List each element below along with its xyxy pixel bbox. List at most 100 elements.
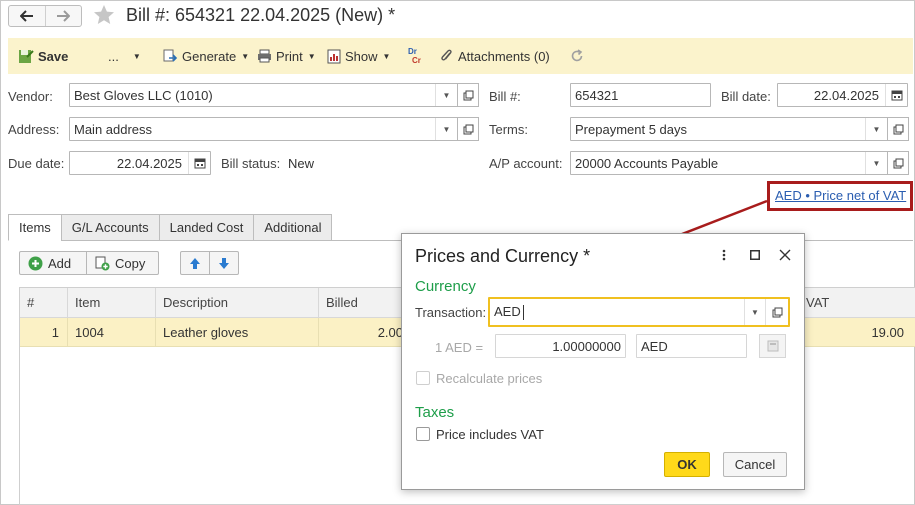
prices-currency-dialog: Prices and Currency * Currency Transacti… — [401, 233, 805, 490]
dropdown-arrow-icon[interactable]: ▼ — [865, 152, 887, 174]
caret-down-icon: ▼ — [382, 51, 391, 61]
ok-button[interactable]: OK — [664, 452, 710, 477]
column-header-item[interactable]: Item — [68, 288, 156, 318]
tab-landed-cost[interactable]: Landed Cost — [158, 214, 255, 241]
back-button[interactable] — [9, 6, 45, 26]
refresh-icon — [571, 49, 583, 62]
cancel-button[interactable]: Cancel — [723, 452, 787, 477]
exchange-rate-value: 1.00000000 — [552, 339, 621, 354]
open-window-icon[interactable] — [766, 299, 788, 325]
copy-row-button[interactable]: Copy — [86, 251, 159, 275]
tab-items[interactable]: Items — [8, 214, 62, 241]
report-icon — [327, 49, 341, 63]
bill-date-value: 22.04.2025 — [813, 88, 879, 103]
price-includes-vat-checkbox[interactable] — [416, 427, 430, 441]
add-icon — [28, 256, 43, 270]
dropdown-arrow-icon[interactable]: ▼ — [865, 118, 887, 140]
bill-date-field[interactable]: 22.04.2025 — [777, 83, 908, 107]
vendor-value: Best Gloves LLC (1010) — [74, 88, 213, 103]
generate-icon — [163, 49, 178, 62]
ap-account-field[interactable]: 20000 Accounts Payable ▼ — [570, 151, 888, 175]
row-vat: 19.00 — [871, 325, 904, 340]
due-date-field[interactable]: 22.04.2025 — [69, 151, 211, 175]
dropdown-arrow-icon[interactable]: ▼ — [435, 118, 457, 140]
terms-field[interactable]: Prepayment 5 days ▼ — [570, 117, 888, 141]
forward-button[interactable] — [44, 6, 82, 26]
address-open-button[interactable] — [457, 117, 479, 141]
address-field[interactable]: Main address ▼ — [69, 117, 458, 141]
arrow-left-icon — [19, 10, 33, 22]
tab-bar: Items G/L Accounts Landed Cost Additiona… — [8, 214, 333, 241]
close-icon[interactable] — [776, 246, 794, 264]
terms-open-button[interactable] — [887, 117, 909, 141]
column-header-billed[interactable]: Billed — [319, 288, 409, 318]
generate-button[interactable]: Generate ▼ — [163, 38, 249, 74]
favorite-star-icon[interactable] — [92, 3, 116, 30]
printer-icon — [258, 49, 271, 63]
paperclip-icon — [441, 49, 452, 61]
open-window-icon — [463, 124, 473, 134]
maximize-icon[interactable] — [746, 246, 764, 264]
ap-account-open-button[interactable] — [887, 151, 909, 175]
currency-section-title: Currency — [415, 278, 476, 295]
exchange-rate-field: 1.00000000 — [495, 334, 626, 358]
more-actions-button[interactable]: ... ▼ — [108, 38, 141, 74]
rate-currency-value: AED — [641, 339, 668, 354]
terms-label: Terms: — [489, 122, 528, 137]
address-value: Main address — [74, 122, 153, 137]
dropdown-arrow-icon[interactable]: ▼ — [744, 299, 766, 325]
more-options-icon[interactable] — [715, 246, 733, 264]
calculator-icon — [767, 340, 778, 352]
save-label: Save — [38, 48, 69, 64]
arrow-down-icon — [219, 257, 229, 269]
vendor-open-button[interactable] — [457, 83, 479, 107]
print-button[interactable]: Print ▼ — [257, 38, 316, 74]
tab-gl-accounts[interactable]: G/L Accounts — [60, 214, 160, 241]
row-billed: 2.00 — [377, 325, 403, 340]
caret-down-icon: ▼ — [307, 51, 316, 61]
bill-status-value: New — [288, 156, 315, 171]
bill-number-field[interactable]: 654321 — [570, 83, 711, 107]
open-window-icon — [463, 90, 473, 100]
row-description: Leather gloves — [156, 318, 319, 347]
add-row-button[interactable]: Add — [19, 251, 87, 275]
recalculate-prices-label: Recalculate prices — [436, 371, 543, 386]
cr-label: Cr — [412, 56, 421, 65]
text-cursor — [523, 305, 524, 320]
copy-icon — [95, 256, 110, 270]
attachments-label: Attachments (0) — [458, 48, 550, 64]
column-header-number[interactable]: # — [20, 288, 68, 318]
move-down-button[interactable] — [209, 251, 239, 275]
navigation-buttons — [8, 5, 82, 27]
refresh-button[interactable] — [570, 38, 584, 74]
more-label: ... — [108, 48, 119, 64]
add-label: Add — [48, 255, 72, 271]
save-button[interactable]: Save — [18, 38, 68, 74]
price-includes-vat-label[interactable]: Price includes VAT — [436, 427, 544, 442]
page-title: Bill #: 654321 22.04.2025 (New) * — [126, 5, 396, 25]
transaction-label: Transaction: — [415, 305, 487, 320]
calendar-icon[interactable] — [885, 84, 907, 106]
column-header-vat[interactable]: VAT — [798, 288, 915, 318]
move-up-button[interactable] — [180, 251, 210, 275]
bill-number-label: Bill #: — [489, 89, 521, 104]
caret-down-icon: ▼ — [241, 51, 250, 61]
taxes-section-title: Taxes — [415, 404, 455, 421]
arrow-up-icon — [190, 257, 200, 269]
bill-date-label: Bill date: — [721, 89, 771, 104]
tab-additional[interactable]: Additional — [253, 214, 333, 241]
open-window-icon — [893, 158, 903, 168]
vendor-field[interactable]: Best Gloves LLC (1010) ▼ — [69, 83, 458, 107]
transaction-currency-field[interactable]: AED ▼ — [488, 297, 790, 327]
print-label: Print — [276, 48, 303, 64]
calendar-icon[interactable] — [188, 152, 210, 174]
dr-cr-button[interactable]: Dr Cr — [404, 38, 421, 74]
save-icon — [19, 50, 34, 63]
rate-currency-field: AED — [636, 334, 747, 358]
exchange-rate-label: 1 AED = — [435, 340, 484, 355]
attachments-button[interactable]: Attachments (0) — [440, 38, 550, 74]
dropdown-arrow-icon[interactable]: ▼ — [435, 84, 457, 106]
column-header-description[interactable]: Description — [156, 288, 319, 318]
show-button[interactable]: Show ▼ — [327, 38, 390, 74]
ap-account-value: 20000 Accounts Payable — [575, 156, 719, 171]
